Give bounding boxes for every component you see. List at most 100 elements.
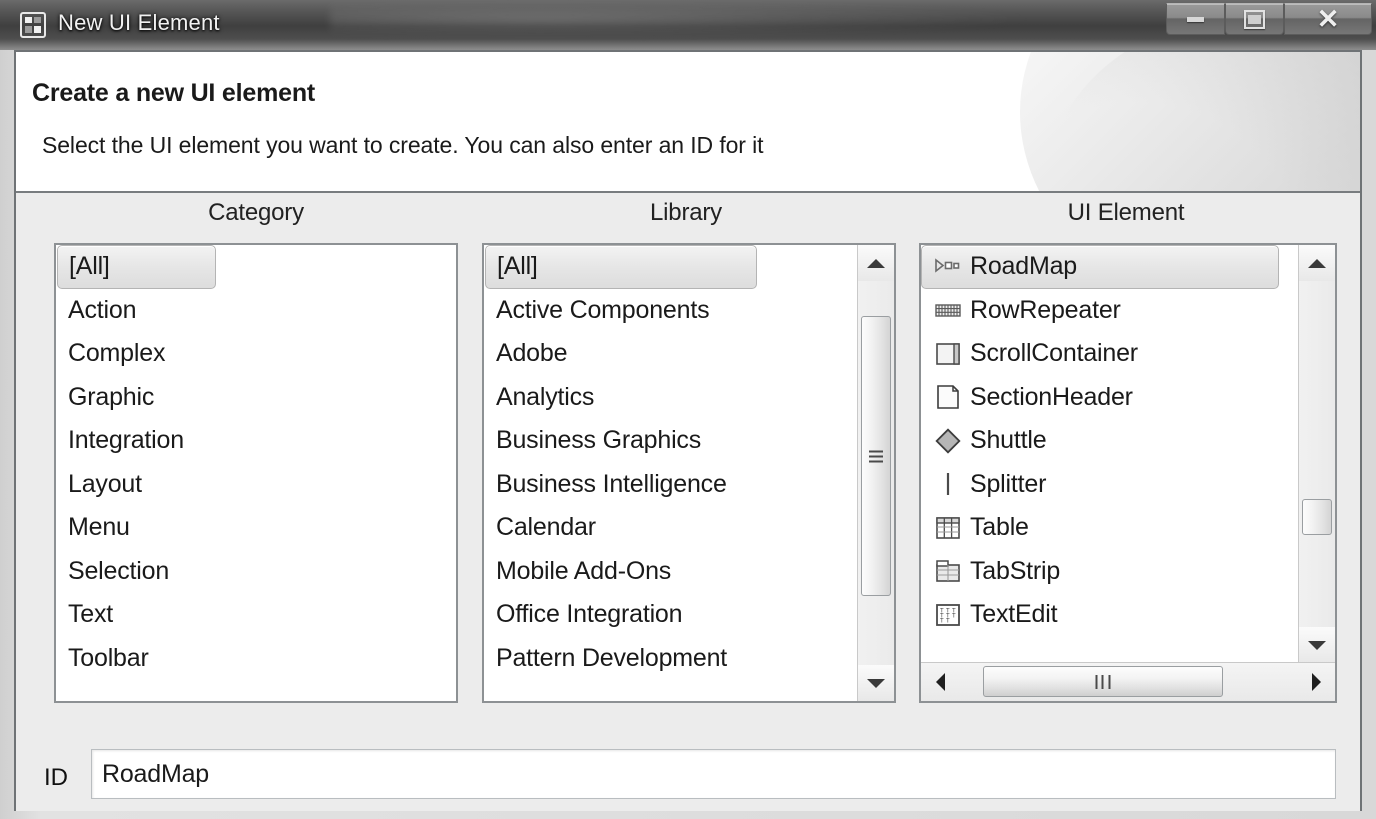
list-item-label: Layout xyxy=(68,469,142,498)
ui-element-hscroll-thumb[interactable] xyxy=(982,666,1223,697)
splitter-icon xyxy=(933,470,963,498)
id-label: ID xyxy=(44,764,68,791)
chevron-up-icon xyxy=(867,258,885,268)
list-item[interactable]: RowRepeater xyxy=(921,289,1299,333)
library-scroll-up-button[interactable] xyxy=(858,245,894,281)
scroll-grip-icon xyxy=(1095,674,1111,689)
list-item[interactable]: Splitter xyxy=(921,463,1299,507)
ui-element-scroll-up-button[interactable] xyxy=(1299,245,1335,281)
scrollcontainer-icon xyxy=(933,340,963,368)
window-title: New UI Element xyxy=(58,10,220,35)
ui-element-vertical-scrollbar[interactable] xyxy=(1298,245,1335,663)
ui-element-listbox[interactable]: RoadMap RowRepeater ScrollContainer Section… xyxy=(919,243,1337,703)
ui-element-scroll-right-button[interactable] xyxy=(1297,663,1335,701)
library-column-title: Library xyxy=(650,199,722,226)
maximize-button[interactable] xyxy=(1225,3,1284,35)
list-item-label: Calendar xyxy=(496,513,596,542)
list-item[interactable]: Business Graphics xyxy=(484,419,858,463)
list-item-label: Text xyxy=(68,600,114,629)
list-item[interactable]: Calendar xyxy=(484,506,858,550)
list-item[interactable]: Toolbar xyxy=(56,637,456,681)
list-item-selected[interactable]: [All] xyxy=(485,245,757,289)
list-item[interactable]: Pattern Development xyxy=(484,637,858,681)
library-scroll-thumb[interactable] xyxy=(861,315,891,596)
ui-element-scroll-left-button[interactable] xyxy=(921,663,959,701)
ui-element-scroll-down-button[interactable] xyxy=(1299,627,1335,663)
library-vertical-scrollbar[interactable] xyxy=(857,245,894,701)
svg-text:T: T xyxy=(952,613,956,619)
category-listbox[interactable]: [All] Action Complex Graphic Integration Layo… xyxy=(54,243,458,703)
list-item[interactable]: TabStrip xyxy=(921,550,1299,594)
list-item[interactable]: ScrollContainer xyxy=(921,332,1299,376)
list-item-label: [All] xyxy=(497,252,538,281)
list-item-label: Pattern Development xyxy=(496,643,728,672)
list-item[interactable]: Text xyxy=(56,593,456,637)
list-item[interactable]: Action xyxy=(56,289,456,333)
ui-element-horizontal-scrollbar[interactable] xyxy=(921,662,1335,701)
list-item[interactable]: Active Components xyxy=(484,289,858,333)
ui-element-scroll-thumb[interactable] xyxy=(1302,498,1332,535)
list-item-label: Business Intelligence xyxy=(496,469,727,498)
scroll-grip-icon xyxy=(869,450,883,463)
list-item[interactable]: Adobe xyxy=(484,332,858,376)
list-item-label: Selection xyxy=(68,556,170,585)
table-icon xyxy=(933,514,963,542)
list-item[interactable]: Graphic xyxy=(56,376,456,420)
list-item-label: RowRepeater xyxy=(970,295,1121,324)
list-item-label: TextEdit xyxy=(970,600,1058,629)
list-item-label: Business Graphics xyxy=(496,426,702,455)
ui-element-icon xyxy=(20,12,46,38)
chevron-down-icon xyxy=(1308,640,1326,650)
svg-text:T: T xyxy=(940,618,944,624)
library-listbox[interactable]: [All] Active Components Adobe Analytics Busi… xyxy=(482,243,896,703)
ui-element-column-title: UI Element xyxy=(1067,199,1185,226)
list-item-label: Mobile Add-Ons xyxy=(496,556,672,585)
list-item[interactable]: T T T T T T T T TextEdit xyxy=(921,593,1299,637)
svg-text:T: T xyxy=(946,618,950,624)
id-input[interactable] xyxy=(91,749,1336,799)
list-item[interactable]: Table xyxy=(921,506,1299,550)
close-icon: ✕ xyxy=(1316,3,1340,34)
minimize-icon xyxy=(1187,16,1204,22)
list-item-label: Graphic xyxy=(68,382,155,411)
list-item[interactable]: Selection xyxy=(56,550,456,594)
list-item[interactable]: Shuttle xyxy=(921,419,1299,463)
list-item-label: ScrollContainer xyxy=(970,339,1138,368)
list-item-label: SectionHeader xyxy=(970,382,1133,411)
list-item[interactable]: Complex xyxy=(56,332,456,376)
list-item-label: TabStrip xyxy=(970,556,1061,585)
list-item-label: Analytics xyxy=(496,382,595,411)
chevron-right-icon xyxy=(1311,673,1321,691)
chevron-left-icon xyxy=(935,673,945,691)
list-item[interactable]: SectionHeader xyxy=(921,376,1299,420)
list-item-selected[interactable]: RoadMap xyxy=(921,245,1279,289)
window-controls: ✕ xyxy=(1166,3,1372,35)
list-item-label: Active Components xyxy=(496,295,710,324)
minimize-button[interactable] xyxy=(1166,3,1225,35)
close-button[interactable]: ✕ xyxy=(1284,3,1372,35)
list-item[interactable]: Office Integration xyxy=(484,593,858,637)
list-item[interactable]: Menu xyxy=(56,506,456,550)
list-item-label: RoadMap xyxy=(970,252,1077,281)
library-scroll-down-button[interactable] xyxy=(858,665,894,701)
chevron-down-icon xyxy=(867,678,885,688)
ui-element-list: RoadMap RowRepeater ScrollContainer Section… xyxy=(921,245,1299,663)
list-item[interactable]: Layout xyxy=(56,463,456,507)
list-item-label: Table xyxy=(970,513,1029,542)
list-item-label: Integration xyxy=(68,426,184,455)
tabstrip-icon xyxy=(933,557,963,585)
list-item-label: Menu xyxy=(68,513,130,542)
dialog-client-area: Create a new UI element Select the UI el… xyxy=(14,50,1362,811)
list-item-selected[interactable]: [All] xyxy=(57,245,216,289)
new-ui-element-window: New UI Element ✕ Create a new UI element… xyxy=(0,0,1376,819)
list-item-label: Splitter xyxy=(970,469,1047,498)
list-item[interactable]: Analytics xyxy=(484,376,858,420)
maximize-icon xyxy=(1244,9,1265,29)
roadmap-icon xyxy=(933,253,963,281)
list-item-label: Action xyxy=(68,295,137,324)
titlebar-glow xyxy=(330,2,1030,36)
list-item[interactable]: Integration xyxy=(56,419,456,463)
list-item[interactable]: Business Intelligence xyxy=(484,463,858,507)
list-item[interactable]: Mobile Add-Ons xyxy=(484,550,858,594)
page-subtitle: Select the UI element you want to create… xyxy=(42,132,764,158)
